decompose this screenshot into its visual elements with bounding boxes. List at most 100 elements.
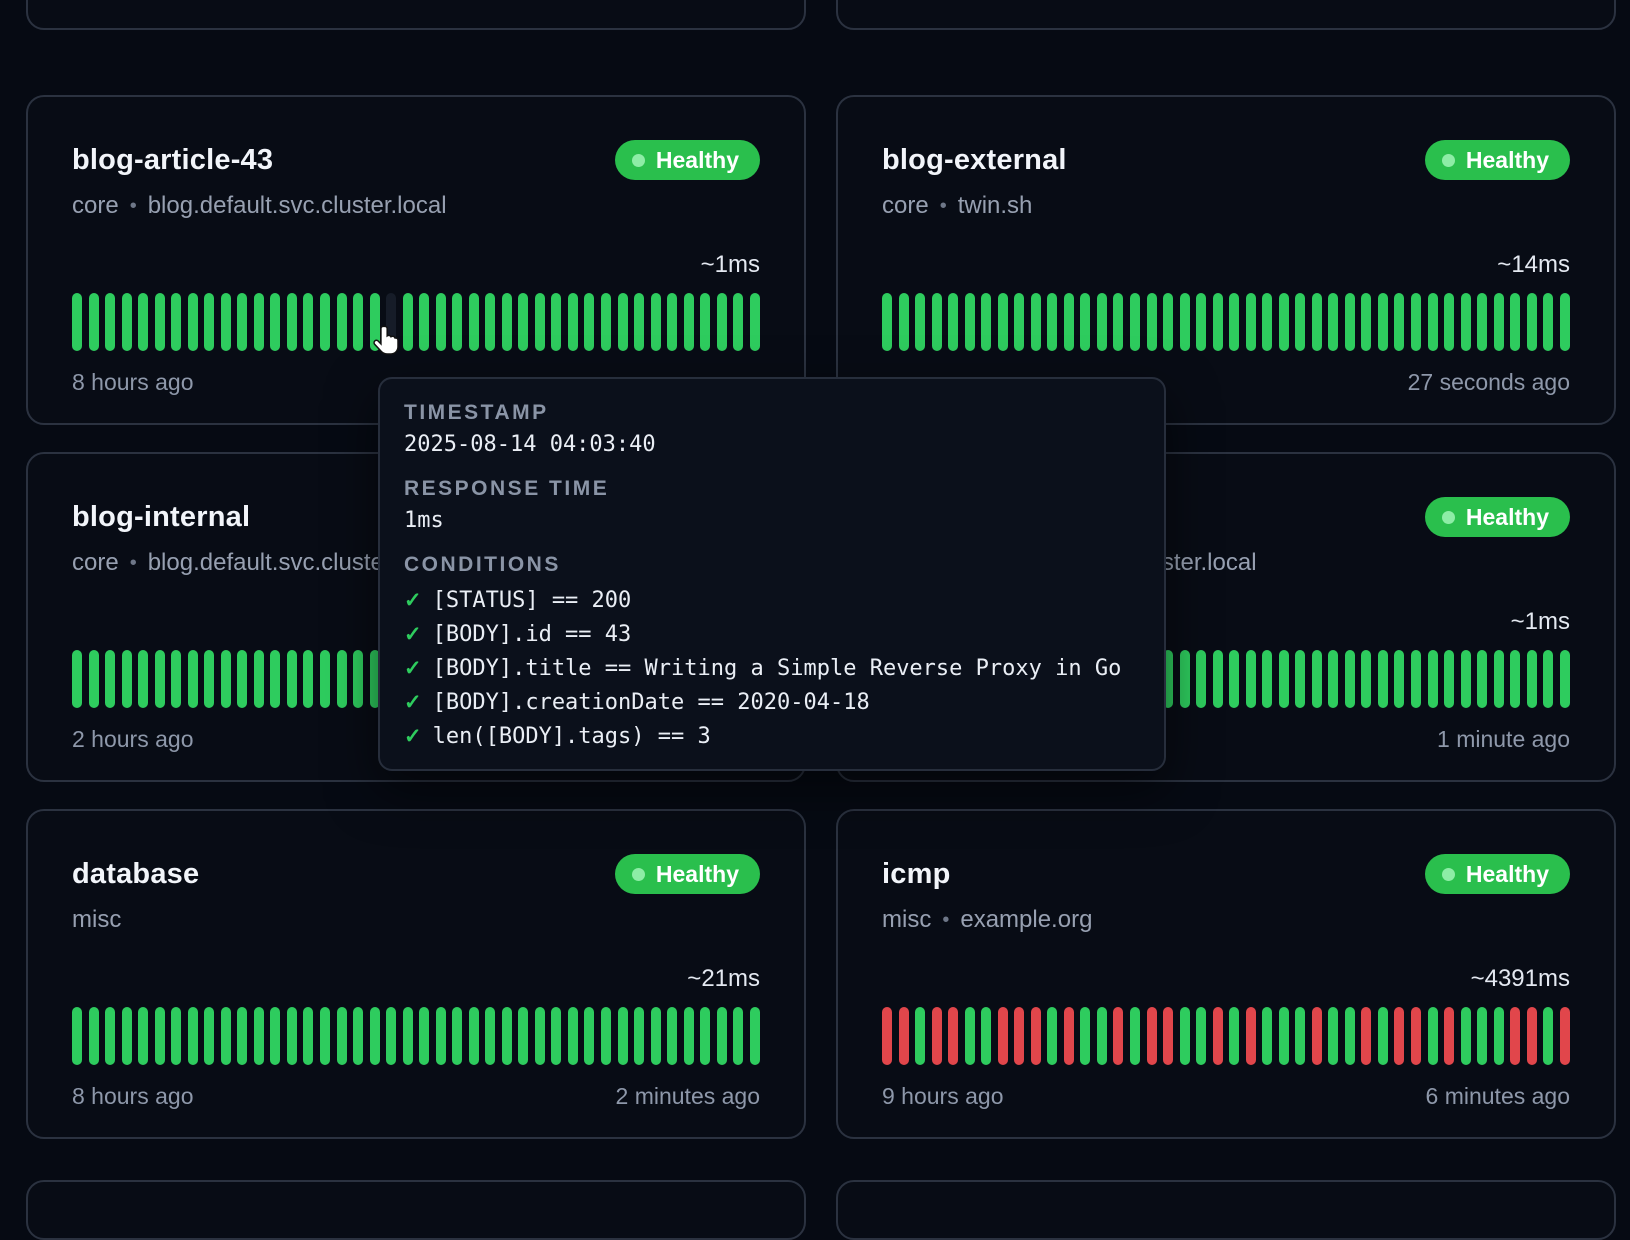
health-bar[interactable] <box>469 293 479 351</box>
health-bar[interactable] <box>1411 650 1421 708</box>
health-bar[interactable] <box>1279 650 1289 708</box>
health-bar[interactable] <box>403 293 413 351</box>
health-bar[interactable] <box>237 1007 247 1065</box>
health-bar[interactable] <box>1295 293 1305 351</box>
health-bar[interactable] <box>1147 1007 1157 1065</box>
health-bar[interactable] <box>584 1007 594 1065</box>
health-bar[interactable] <box>1262 650 1272 708</box>
health-bar[interactable] <box>1428 650 1438 708</box>
health-bar[interactable] <box>899 1007 909 1065</box>
health-bar[interactable] <box>188 1007 198 1065</box>
health-bar[interactable] <box>188 650 198 708</box>
health-bar[interactable] <box>270 293 280 351</box>
health-bar[interactable] <box>287 293 297 351</box>
health-bar[interactable] <box>915 1007 925 1065</box>
health-bar[interactable] <box>634 1007 644 1065</box>
health-bar[interactable] <box>1262 1007 1272 1065</box>
health-bar[interactable] <box>667 1007 677 1065</box>
health-bar[interactable] <box>1295 1007 1305 1065</box>
health-bar[interactable] <box>1394 1007 1404 1065</box>
health-bar[interactable] <box>386 1007 396 1065</box>
health-bar[interactable] <box>981 293 991 351</box>
health-bar[interactable] <box>1328 650 1338 708</box>
health-bar[interactable] <box>1213 1007 1223 1065</box>
health-bar[interactable] <box>1196 293 1206 351</box>
health-bar[interactable] <box>155 293 165 351</box>
health-bar[interactable] <box>1411 293 1421 351</box>
health-bar[interactable] <box>1180 1007 1190 1065</box>
health-bar[interactable] <box>204 1007 214 1065</box>
health-bar[interactable] <box>1064 1007 1074 1065</box>
health-bar[interactable] <box>1196 1007 1206 1065</box>
health-bar[interactable] <box>1560 650 1570 708</box>
health-bar[interactable] <box>221 1007 231 1065</box>
health-bar[interactable] <box>419 1007 429 1065</box>
health-bar[interactable] <box>717 293 727 351</box>
health-bar[interactable] <box>436 1007 446 1065</box>
health-bar[interactable] <box>452 293 462 351</box>
health-bar[interactable] <box>502 293 512 351</box>
health-bar[interactable] <box>1080 293 1090 351</box>
health-bar[interactable] <box>353 293 363 351</box>
health-bar[interactable] <box>1361 1007 1371 1065</box>
health-bar[interactable] <box>1444 650 1454 708</box>
health-bar[interactable] <box>1163 293 1173 351</box>
health-bar[interactable] <box>353 650 363 708</box>
health-bar[interactable] <box>1064 293 1074 351</box>
health-bar[interactable] <box>452 1007 462 1065</box>
health-bar[interactable] <box>370 1007 380 1065</box>
health-bar[interactable] <box>485 1007 495 1065</box>
health-bar[interactable] <box>601 1007 611 1065</box>
health-bar[interactable] <box>287 1007 297 1065</box>
health-bar[interactable] <box>1543 650 1553 708</box>
health-bar[interactable] <box>551 293 561 351</box>
health-bar[interactable] <box>1560 1007 1570 1065</box>
health-bar[interactable] <box>270 1007 280 1065</box>
health-bar[interactable] <box>750 1007 760 1065</box>
health-bar[interactable] <box>981 1007 991 1065</box>
health-bar[interactable] <box>122 293 132 351</box>
health-bar[interactable] <box>1113 1007 1123 1065</box>
health-bar[interactable] <box>171 650 181 708</box>
health-bar[interactable] <box>700 1007 710 1065</box>
health-bar[interactable] <box>204 293 214 351</box>
health-bar[interactable] <box>89 1007 99 1065</box>
health-bar[interactable] <box>1246 1007 1256 1065</box>
endpoint-card-partial-top-right[interactable] <box>836 0 1616 30</box>
health-bar[interactable] <box>1494 650 1504 708</box>
health-bar[interactable] <box>651 293 661 351</box>
health-bar[interactable] <box>337 1007 347 1065</box>
health-bar[interactable] <box>1394 650 1404 708</box>
health-bar[interactable] <box>1246 650 1256 708</box>
health-bar[interactable] <box>1279 1007 1289 1065</box>
health-bar[interactable] <box>882 293 892 351</box>
health-bar[interactable] <box>138 1007 148 1065</box>
health-bar[interactable] <box>1428 293 1438 351</box>
health-bar[interactable] <box>1428 1007 1438 1065</box>
health-bar[interactable] <box>518 293 528 351</box>
health-bar[interactable] <box>155 1007 165 1065</box>
health-bar[interactable] <box>303 293 313 351</box>
health-bar[interactable] <box>138 293 148 351</box>
health-bar[interactable] <box>1543 1007 1553 1065</box>
health-bar[interactable] <box>1279 293 1289 351</box>
health-bar[interactable] <box>518 1007 528 1065</box>
health-bar[interactable] <box>1031 1007 1041 1065</box>
health-bar[interactable] <box>1014 1007 1024 1065</box>
health-bar[interactable] <box>1246 293 1256 351</box>
health-bar[interactable] <box>1163 1007 1173 1065</box>
health-bar[interactable] <box>1031 293 1041 351</box>
health-bar[interactable] <box>1444 1007 1454 1065</box>
health-bar[interactable] <box>171 293 181 351</box>
health-bar[interactable] <box>105 293 115 351</box>
health-bar[interactable] <box>1113 293 1123 351</box>
endpoint-card[interactable]: blog-external Healthy core • twin.sh ~14… <box>836 95 1616 425</box>
health-bar[interactable] <box>469 1007 479 1065</box>
health-bar[interactable] <box>1510 293 1520 351</box>
health-bar[interactable] <box>337 650 347 708</box>
health-bar[interactable] <box>1494 293 1504 351</box>
health-bar[interactable] <box>1080 1007 1090 1065</box>
health-bar[interactable] <box>1328 1007 1338 1065</box>
health-bar[interactable] <box>1378 293 1388 351</box>
health-bar[interactable] <box>303 650 313 708</box>
